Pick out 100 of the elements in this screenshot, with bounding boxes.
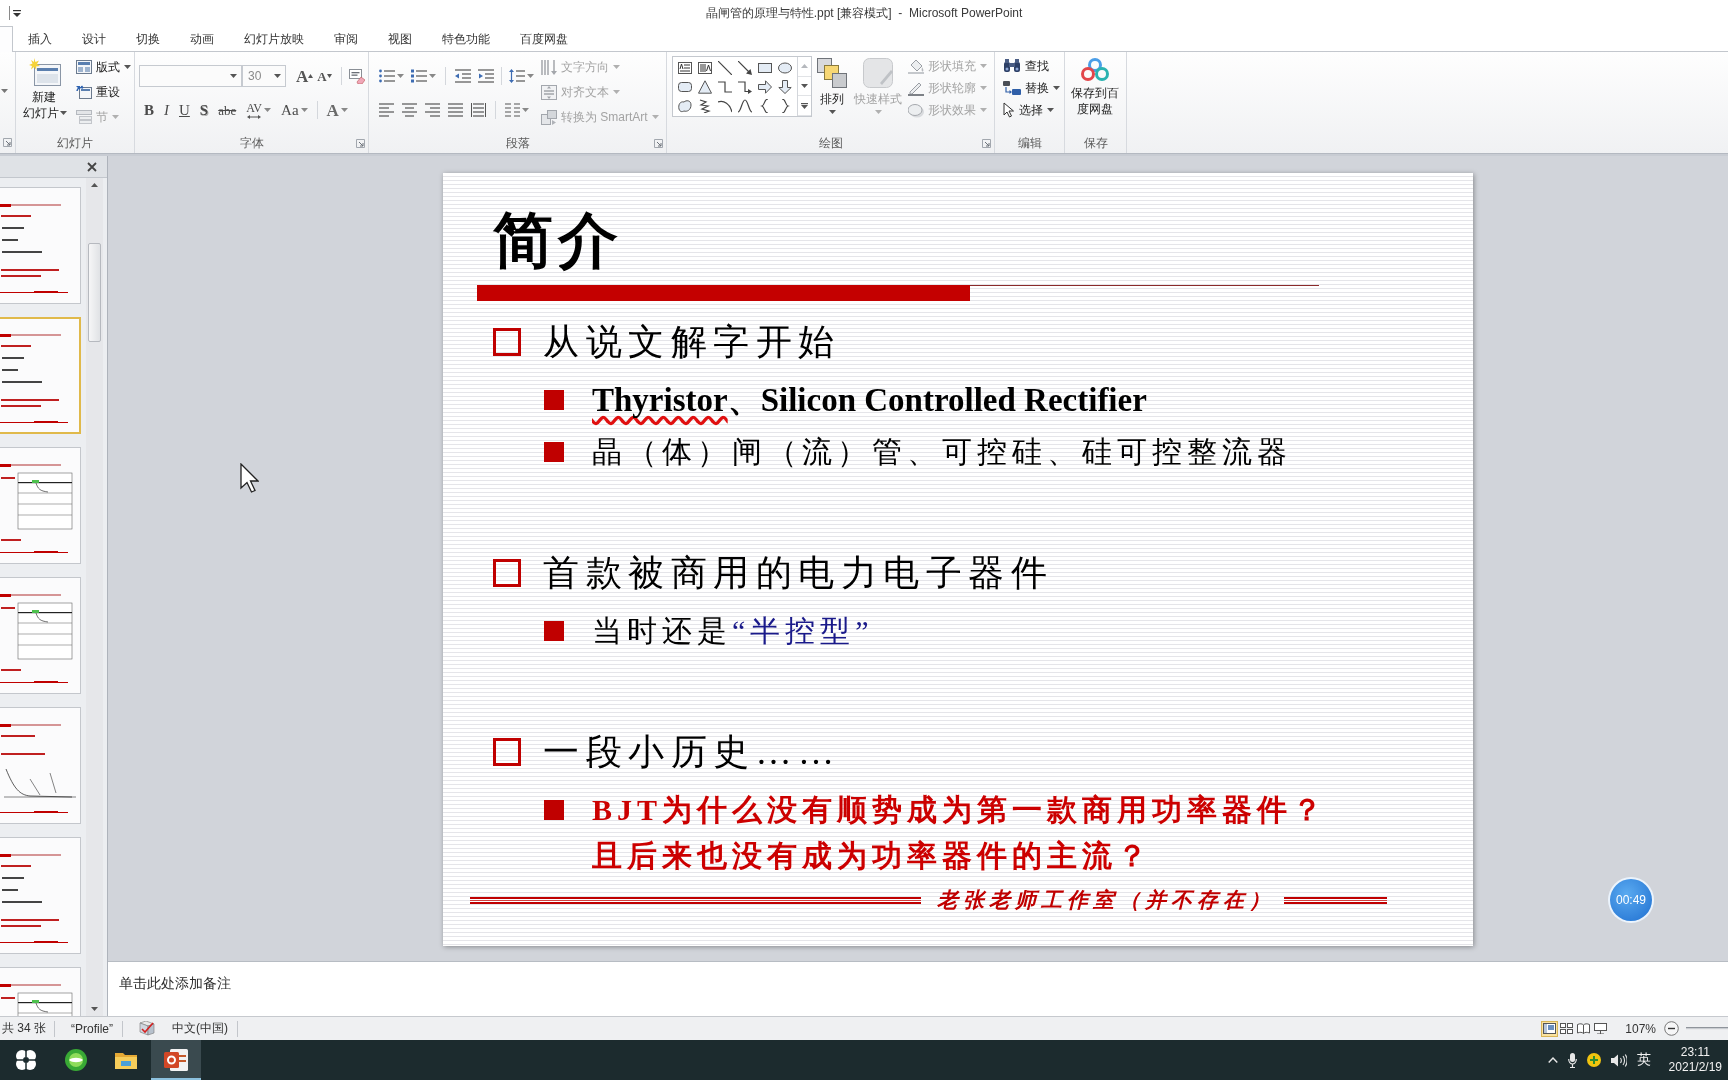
rounded-rectangle-icon[interactable] — [678, 79, 692, 94]
text-box-icon[interactable] — [678, 60, 692, 75]
reset-button[interactable]: 重设 — [74, 81, 133, 103]
clock-date[interactable]: 2021/2/19 — [1668, 1060, 1722, 1075]
quick-styles-icon — [863, 58, 893, 88]
caret-icon[interactable] — [1, 89, 8, 93]
caret-icon — [264, 108, 272, 112]
slide-thumbnail[interactable] — [0, 837, 81, 954]
mouse-pointer-icon — [240, 463, 259, 493]
grow-font-button[interactable]: A — [294, 66, 316, 86]
vertical-text-box-icon[interactable] — [698, 60, 712, 75]
select-button[interactable]: 选择 — [1001, 100, 1062, 120]
slide-thumbnail[interactable] — [0, 187, 81, 304]
presentation-app-icon — [164, 1049, 188, 1071]
font-size-field[interactable]: 30 — [242, 65, 286, 87]
ribbon-tab[interactable]: 百度网盘 — [505, 26, 583, 51]
font-name-field[interactable] — [139, 65, 242, 87]
customize-dropdown-icon[interactable] — [13, 9, 21, 17]
slide-thumbnail[interactable] — [0, 707, 81, 824]
shape-effects-icon — [908, 102, 924, 118]
speaker-icon[interactable] — [1610, 1053, 1627, 1067]
clear-formatting-icon[interactable] — [348, 68, 365, 84]
caret-icon — [522, 108, 529, 112]
view-button[interactable] — [1575, 1020, 1593, 1037]
ribbon-tab[interactable]: 设计 — [67, 26, 121, 51]
ribbon-tab[interactable]: 动画 — [175, 26, 229, 51]
triangle-icon[interactable] — [698, 79, 712, 94]
zoom-slider-track[interactable] — [1686, 1027, 1728, 1030]
microphone-icon[interactable] — [1567, 1052, 1577, 1068]
align-center-icon[interactable] — [402, 103, 417, 117]
slide-thumbnail[interactable] — [0, 447, 81, 564]
taskbar-button[interactable] — [151, 1040, 201, 1080]
line-icon[interactable] — [718, 60, 732, 75]
dialog-launcher-icon[interactable] — [3, 138, 12, 147]
bullet-list-icon[interactable] — [379, 69, 395, 83]
zoom-out-icon[interactable] — [1664, 1021, 1679, 1036]
new-slide-button[interactable]: 新建幻灯片 — [20, 56, 70, 121]
ribbon-tab[interactable]: 切换 — [121, 26, 175, 51]
change-case-button[interactable]: Aa — [276, 98, 313, 122]
zoom-level[interactable]: 107% — [1625, 1021, 1656, 1036]
save-to-cloud-button[interactable]: 保存到百度网盘 — [1070, 56, 1120, 117]
close-icon[interactable] — [87, 161, 97, 172]
layout-button[interactable]: 版式 — [74, 56, 133, 78]
notes-field[interactable]: 单击此处添加备注 — [108, 961, 1728, 1016]
gallery-down-icon[interactable] — [801, 84, 808, 88]
decrease-indent-icon[interactable] — [455, 69, 471, 83]
ribbon-tab[interactable]: 幻灯片放映 — [229, 26, 319, 51]
oval-icon[interactable] — [778, 60, 792, 75]
view-button[interactable] — [1592, 1020, 1610, 1037]
strikethrough-button[interactable]: abe — [213, 98, 242, 122]
chevron-up-icon[interactable] — [1547, 1057, 1558, 1063]
ribbon-tab[interactable]: 特色功能 — [427, 26, 505, 51]
block-arrow-down-icon[interactable] — [778, 79, 792, 94]
dialog-launcher-icon[interactable] — [982, 139, 991, 148]
text-shadow-button[interactable]: S — [194, 98, 214, 122]
curve-icon[interactable] — [738, 98, 752, 113]
align-left-icon[interactable] — [379, 103, 394, 117]
shrink-font-button[interactable]: A — [315, 66, 334, 86]
find-button[interactable]: 查找 — [1001, 56, 1062, 76]
spell-check-icon[interactable] — [139, 1021, 156, 1036]
dialog-launcher-icon[interactable] — [356, 139, 365, 148]
font-color-button[interactable]: A — [321, 98, 353, 122]
character-spacing-button[interactable]: AV — [241, 98, 277, 122]
input-method-indicator[interactable]: 英 — [1636, 1051, 1651, 1069]
line-spacing-icon[interactable] — [509, 69, 525, 83]
reading-view-icon — [1577, 1023, 1591, 1034]
view-button[interactable] — [1541, 1020, 1559, 1037]
block-arrow-right-icon[interactable] — [758, 79, 772, 94]
arc-icon[interactable] — [718, 98, 732, 113]
replace-button[interactable]: 替换 — [1001, 78, 1062, 98]
gallery-more-icon[interactable] — [801, 102, 808, 109]
arrow-line-icon[interactable] — [738, 60, 752, 75]
freeform-icon[interactable] — [678, 98, 692, 113]
numbered-list-icon[interactable] — [411, 69, 427, 83]
ribbon-tab[interactable]: 插入 — [13, 26, 67, 51]
scribble-icon[interactable] — [698, 98, 712, 113]
italic-button[interactable]: I — [159, 98, 174, 122]
elbow-arrow-connector-icon[interactable] — [738, 79, 752, 94]
arrange-button[interactable]: 排列 — [812, 56, 852, 114]
scrollbar[interactable] — [86, 178, 103, 1016]
rectangle-icon[interactable] — [758, 60, 772, 75]
distributed-icon[interactable] — [471, 103, 486, 117]
slide-thumbnail[interactable] — [0, 317, 81, 434]
ribbon-tab[interactable]: 视图 — [373, 26, 427, 51]
language-indicator[interactable]: 中文(中国) — [172, 1020, 229, 1037]
scroll-down-icon[interactable] — [91, 1007, 98, 1011]
bold-button[interactable]: B — [139, 98, 159, 122]
dialog-launcher-icon[interactable] — [654, 139, 663, 148]
ribbon-tab[interactable]: 审阅 — [319, 26, 373, 51]
align-right-icon[interactable] — [425, 103, 440, 117]
clock-time[interactable]: 23:11 — [1680, 1045, 1710, 1060]
scrollbar-thumb[interactable] — [88, 243, 101, 342]
slide-thumbnail[interactable] — [0, 577, 81, 694]
justify-icon[interactable] — [448, 103, 463, 117]
scroll-up-icon[interactable] — [91, 183, 98, 187]
increase-indent-icon[interactable] — [478, 69, 494, 83]
underline-button[interactable]: U — [174, 98, 195, 122]
plus-circle-icon[interactable] — [1586, 1053, 1601, 1067]
view-button[interactable] — [1558, 1020, 1576, 1037]
new-slide-icon — [29, 58, 61, 86]
